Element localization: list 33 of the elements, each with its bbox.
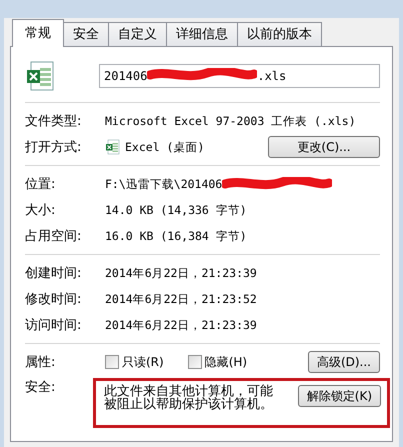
field-value: 14.0 KB (14,336 字节) — [105, 202, 247, 218]
field-value: 2014年6月22日，21:23:52 — [105, 292, 257, 306]
checkbox-label: 只读(R) — [122, 354, 164, 370]
checkbox[interactable] — [188, 355, 202, 369]
field-value: 16.0 KB (16,384 字节) — [105, 228, 247, 244]
field-label: 创建时间: — [25, 265, 82, 282]
field-label: 文件类型: — [25, 113, 82, 130]
field-label: 属性: — [25, 354, 56, 371]
tab[interactable]: 以前的版本 — [237, 22, 322, 46]
file-name-field[interactable]: 201406 .xls — [99, 64, 380, 88]
checkbox-label: 隐藏(H) — [204, 354, 248, 370]
field-label: 打开方式: — [25, 139, 82, 156]
checkbox[interactable] — [105, 355, 119, 369]
field-label: 访问时间: — [25, 317, 82, 334]
field-value: Microsoft Excel 97-2003 工作表 (.xls) — [105, 114, 356, 128]
tab[interactable]: 常规 — [12, 19, 64, 47]
field-value: F:\迅雷下载\201406 — [105, 176, 222, 192]
field-label: 大小: — [25, 202, 56, 219]
unblock-button[interactable]: 解除锁定(K) — [298, 385, 381, 407]
app-name: Excel (桌面) — [125, 140, 204, 154]
change-button[interactable]: 更改(C)... — [268, 136, 380, 158]
tab[interactable]: 自定义 — [108, 22, 167, 46]
field-label: 修改时间: — [25, 291, 82, 308]
field-label: 位置: — [25, 176, 56, 193]
spreadsheet-icon — [105, 139, 121, 155]
field-value: 2014年6月22日，21:23:39 — [105, 266, 257, 280]
tab[interactable]: 安全 — [63, 22, 109, 46]
security-message: 此文件来自其他计算机，可能被阻止以帮助保护该计算机。 — [104, 385, 273, 411]
field-value: 2014年6月22日，21:23:39 — [105, 318, 257, 332]
field-label: 占用空间: — [25, 228, 82, 245]
field-label: 安全: — [25, 379, 56, 396]
advanced-button[interactable]: 高级(D)... — [308, 351, 380, 373]
tab[interactable]: 详细信息 — [166, 22, 238, 46]
